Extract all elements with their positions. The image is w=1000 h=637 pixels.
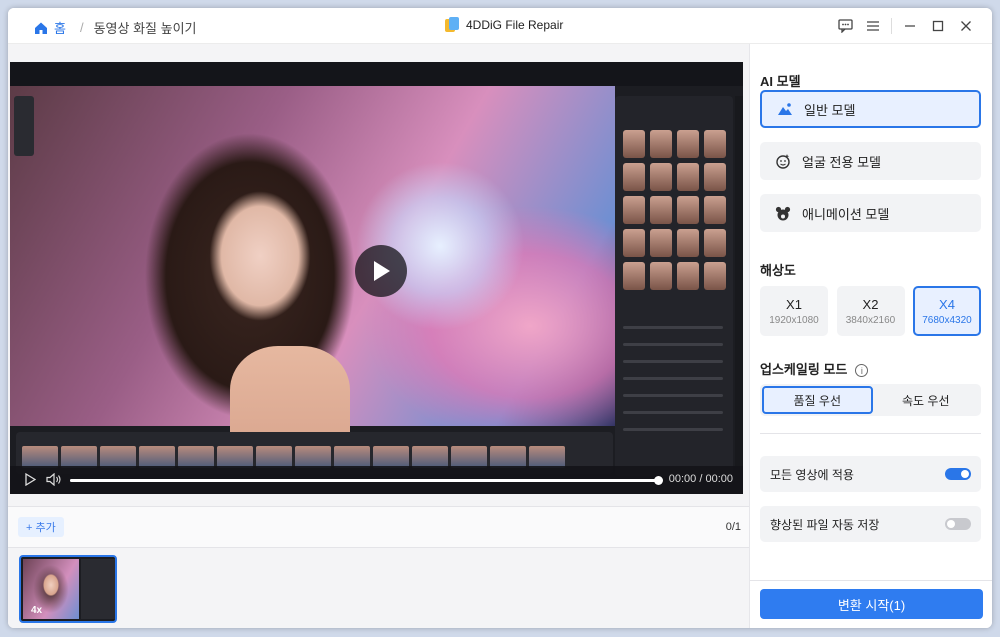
model-animation-button[interactable]: 애니메이션 모델 [760,194,981,232]
add-file-button[interactable]: + 추가 [18,517,64,537]
video-frame-thumbgrid [623,130,727,290]
app-title: 4DDiG File Repair [444,16,563,34]
upscale-mode-switch: 품질 우선 속도 우선 [760,384,981,416]
thumbnail-panel [81,559,115,619]
settings-divider [760,433,981,434]
scale-badge: 4x [31,605,43,616]
home-icon[interactable] [34,21,48,35]
auto-save-row: 향상된 파일 자동 저장 [760,506,981,542]
app-logo-icon [445,17,459,32]
volume-icon[interactable] [46,473,62,486]
apply-all-toggle[interactable] [945,468,971,480]
video-frame-toolbar [10,62,743,86]
queue-toolbar: + 추가 0/1 [8,506,749,548]
preview-area: 00:00 / 00:00 + 추가 0/1 4x [8,44,749,628]
progress-handle[interactable] [654,476,663,485]
window-controls [831,16,980,36]
auto-save-label: 향상된 파일 자동 저장 [770,517,880,532]
resolution-x4-button[interactable]: X4 7680x4320 [913,286,981,336]
quality-priority-button[interactable]: 품질 우선 [762,386,873,414]
model-face-button[interactable]: 얼굴 전용 모델 [760,142,981,180]
resolution-x1-size: 1920x1080 [769,314,819,326]
resolution-x1-button[interactable]: X1 1920x1080 [760,286,828,336]
progress-fill [70,479,658,482]
apply-all-row: 모든 영상에 적용 [760,456,981,492]
bear-icon [774,204,792,222]
resolution-x2-label: X2 [862,296,879,312]
resolution-x2-button[interactable]: X2 3840x2160 [836,286,905,336]
upscale-mode-title: 업스케일링 모드 i [760,359,869,378]
breadcrumb-home[interactable]: 홈 [54,18,66,37]
feedback-icon[interactable] [831,16,859,36]
close-icon[interactable] [952,16,980,36]
video-frame-sidetools [14,96,34,156]
ai-model-title: AI 모델 [760,74,801,89]
control-play-icon[interactable] [24,473,36,486]
model-face-label: 얼굴 전용 모델 [802,154,881,170]
speed-priority-button[interactable]: 속도 우선 [873,386,980,414]
model-general-button[interactable]: 일반 모델 [760,90,981,128]
settings-panel: AI 모델 일반 모델 얼굴 전용 모델 애니메이션 모델 해상도 X1 192… [749,44,992,628]
video-frame-panel [615,96,733,476]
resolution-title: 해상도 [760,263,796,278]
breadcrumb-separator: / [79,20,84,35]
player-controls: 00:00 / 00:00 [10,466,743,494]
minimize-icon[interactable] [896,16,924,36]
face-icon [774,152,792,170]
video-frame-image [10,86,615,456]
play-button[interactable] [355,245,407,297]
start-conversion-button[interactable]: 변환 시작(1) [760,589,983,619]
footer-divider [750,580,992,581]
breadcrumb: 홈 / 동영상 화질 높이기 [34,18,197,37]
video-frame-sliders [623,326,723,445]
resolution-x2-size: 3840x2160 [845,314,896,326]
info-icon[interactable]: i [855,364,869,378]
app-window: 홈 / 동영상 화질 높이기 4DDiG File Repair 00:00 /… [8,8,992,628]
video-frame-rightbar [735,96,743,466]
controls-divider [891,18,892,34]
resolution-x4-size: 7680x4320 [922,314,972,326]
play-icon [374,261,390,281]
upscale-mode-title-text: 업스케일링 모드 [760,362,848,377]
model-general-label: 일반 모델 [804,102,856,118]
resolution-x4-label: X4 [939,296,955,312]
apply-all-label: 모든 영상에 적용 [770,467,854,482]
time-display: 00:00 / 00:00 [668,473,733,485]
resolution-options: X1 1920x1080 X2 3840x2160 X4 7680x4320 [760,286,981,336]
resolution-x1-label: X1 [786,296,802,312]
file-count: 0/1 [725,521,741,533]
landscape-icon [776,100,794,118]
video-thumbnail[interactable]: 4x [19,555,117,623]
progress-bar[interactable] [70,476,663,485]
breadcrumb-current: 동영상 화질 높이기 [93,21,197,36]
app-title-text: 4DDiG File Repair [466,18,564,32]
title-bar: 홈 / 동영상 화질 높이기 4DDiG File Repair [8,8,992,44]
menu-icon[interactable] [859,16,887,36]
video-player[interactable]: 00:00 / 00:00 [10,62,743,494]
auto-save-toggle[interactable] [945,518,971,530]
maximize-icon[interactable] [924,16,952,36]
model-animation-label: 애니메이션 모델 [802,206,890,222]
